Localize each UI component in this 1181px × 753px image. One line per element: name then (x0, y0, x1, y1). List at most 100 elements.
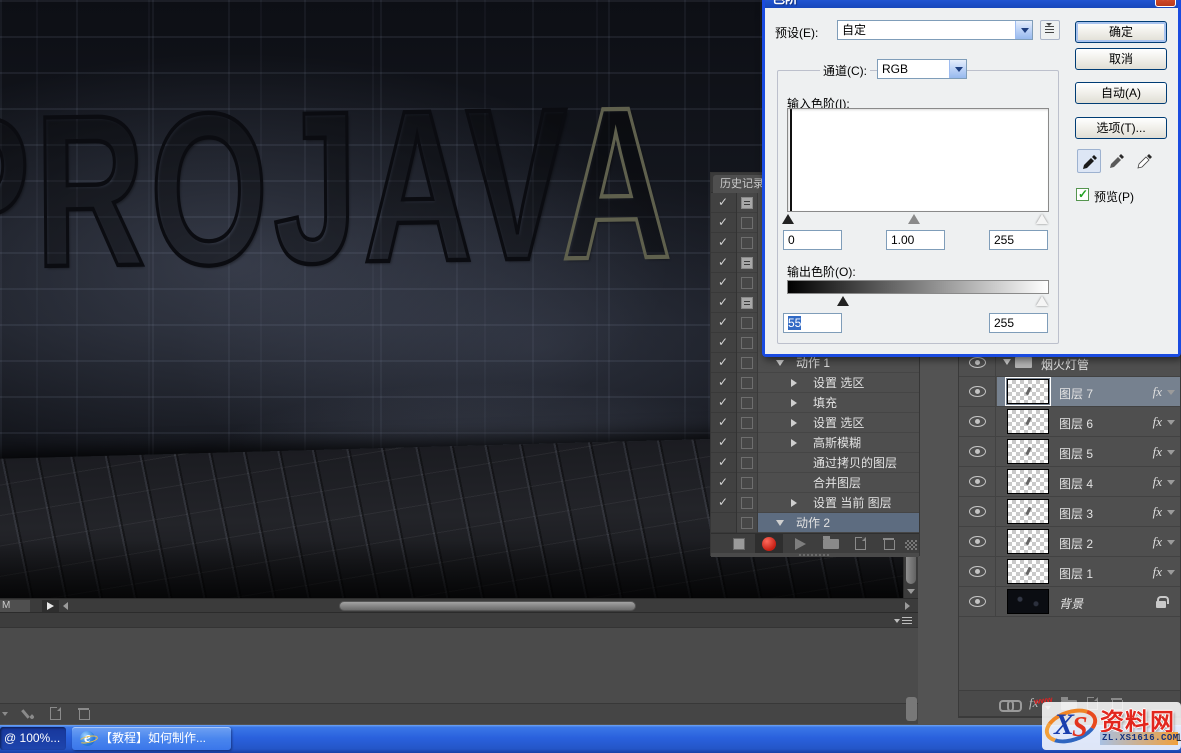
check-icon[interactable] (711, 233, 736, 253)
ok-button[interactable]: 确定 (1075, 21, 1167, 43)
input-white-slider[interactable] (1036, 214, 1048, 224)
dialog-toggle-icon[interactable] (741, 477, 753, 489)
output-black-field[interactable]: 55 (783, 313, 842, 333)
dialog-toggle-icon[interactable] (741, 377, 753, 389)
dialog-toggle-icon[interactable] (741, 297, 753, 309)
play-icon[interactable] (795, 538, 806, 550)
auto-button[interactable]: 自动(A) (1075, 82, 1167, 104)
gray-point-eyedropper-icon[interactable] (1105, 149, 1129, 173)
check-empty[interactable] (711, 513, 736, 533)
eye-icon[interactable] (969, 386, 986, 397)
layer-name[interactable]: 图层 4 (1059, 475, 1093, 492)
panel-menu-icon[interactable] (894, 616, 912, 626)
dialog-toggle-icon[interactable] (741, 217, 753, 229)
dropdown-arrow-icon[interactable] (949, 60, 966, 78)
record-icon[interactable] (762, 537, 776, 551)
white-point-eyedropper-icon[interactable] (1133, 149, 1157, 173)
black-point-eyedropper-icon[interactable] (1077, 149, 1101, 173)
check-icon[interactable] (711, 253, 736, 273)
layer-row[interactable]: 图层 3 fx (959, 497, 1180, 527)
link-layers-icon[interactable] (999, 700, 1019, 709)
eye-icon[interactable] (969, 446, 986, 457)
dialog-toggle-icon[interactable] (741, 197, 753, 209)
new-set-folder-icon[interactable] (823, 539, 839, 549)
layer-thumbnail[interactable] (1007, 439, 1049, 464)
fx-dropdown-icon[interactable] (1167, 390, 1175, 395)
dialog-toggle-icon[interactable] (741, 417, 753, 429)
layer-thumbnail[interactable] (1007, 499, 1049, 524)
taskbar-browser-button[interactable]: e【教程】如何制作... (72, 727, 231, 750)
dialog-toggle-icon[interactable] (741, 317, 753, 329)
check-icon[interactable] (711, 353, 736, 373)
check-icon[interactable] (711, 473, 736, 493)
dialog-toggle-icon[interactable] (741, 497, 753, 509)
dialog-title-bar[interactable]: 色阶 ✕ (765, 0, 1178, 8)
action-step-row[interactable]: 高斯模糊 (758, 433, 919, 453)
resize-grip[interactable] (905, 540, 917, 550)
layer-row[interactable]: 图层 7 fx (959, 377, 1180, 407)
check-icon[interactable] (711, 193, 736, 213)
scroll-right-icon[interactable] (905, 602, 910, 610)
check-icon[interactable] (711, 273, 736, 293)
check-icon[interactable] (711, 493, 736, 513)
eye-icon[interactable] (969, 476, 986, 487)
preset-options-icon[interactable] (1040, 20, 1060, 40)
eye-icon[interactable] (969, 596, 986, 607)
input-black-slider[interactable] (782, 214, 794, 224)
fx-dropdown-icon[interactable] (1167, 480, 1175, 485)
status-play-icon[interactable] (42, 600, 59, 612)
output-white-slider[interactable] (1036, 296, 1048, 306)
preset-select[interactable]: 自定 (837, 20, 1033, 40)
eye-icon[interactable] (969, 357, 986, 368)
options-button[interactable]: 选项(T)... (1075, 117, 1167, 139)
layer-row[interactable]: 图层 6 fx (959, 407, 1180, 437)
layer-name[interactable]: 背景 (1059, 595, 1083, 612)
fx-badge[interactable]: fx (1153, 474, 1162, 490)
fx-dropdown-icon[interactable] (1167, 420, 1175, 425)
fx-badge[interactable]: fx (1153, 414, 1162, 430)
fx-dropdown-icon[interactable] (1167, 570, 1175, 575)
delete-action-icon[interactable] (883, 537, 894, 550)
layer-row-selected[interactable]: 图层 7 fx (997, 377, 1180, 406)
layer-thumbnail[interactable] (1007, 559, 1049, 584)
eye-icon[interactable] (969, 536, 986, 547)
layer-row[interactable]: 图层 4 fx (959, 467, 1180, 497)
panel-resize-handle[interactable] (711, 553, 919, 557)
check-icon[interactable] (711, 413, 736, 433)
fx-dropdown-icon[interactable] (1167, 510, 1175, 515)
dialog-toggle-icon[interactable] (741, 237, 753, 249)
layer-thumbnail[interactable] (1007, 469, 1049, 494)
dialog-toggle-icon[interactable] (741, 517, 753, 529)
horizontal-scrollbar[interactable]: M (0, 598, 918, 612)
new-action-icon[interactable] (855, 537, 866, 550)
stop-icon[interactable] (733, 538, 745, 550)
check-icon[interactable] (711, 393, 736, 413)
input-gamma-field[interactable]: 1.00 (886, 230, 945, 250)
layer-name[interactable]: 图层 7 (1059, 385, 1093, 402)
layer-name[interactable]: 图层 5 (1059, 445, 1093, 462)
layer-row[interactable]: 图层 2 fx (959, 527, 1180, 557)
close-icon[interactable]: ✕ (1155, 0, 1176, 7)
cancel-button[interactable]: 取消 (1075, 48, 1167, 70)
taskbar-document-button[interactable]: @ 100%... (0, 727, 66, 750)
background-layer-row[interactable]: 背景 (959, 587, 1180, 617)
delete-state-icon[interactable] (78, 707, 89, 720)
fx-badge[interactable]: fx (1153, 534, 1162, 550)
output-black-slider[interactable] (837, 296, 849, 306)
dialog-toggle-icon[interactable] (741, 437, 753, 449)
input-gamma-slider[interactable] (908, 214, 920, 224)
layer-row[interactable]: 图层 1 fx (959, 557, 1180, 587)
layer-thumbnail[interactable] (1007, 379, 1049, 404)
new-document-from-state-icon[interactable] (22, 708, 36, 721)
layer-name[interactable]: 图层 3 (1059, 505, 1093, 522)
dialog-toggle-icon[interactable] (741, 277, 753, 289)
check-icon[interactable] (711, 333, 736, 353)
input-black-field[interactable]: 0 (783, 230, 842, 250)
action-step-row[interactable]: 设置 选区 (758, 413, 919, 433)
eye-icon[interactable] (969, 416, 986, 427)
action-step-row[interactable]: 设置 选区 (758, 373, 919, 393)
layer-row[interactable]: 图层 5 fx (959, 437, 1180, 467)
history-scrollbar-end[interactable] (906, 697, 917, 721)
eye-icon[interactable] (969, 566, 986, 577)
fx-badge[interactable]: fx (1153, 504, 1162, 520)
